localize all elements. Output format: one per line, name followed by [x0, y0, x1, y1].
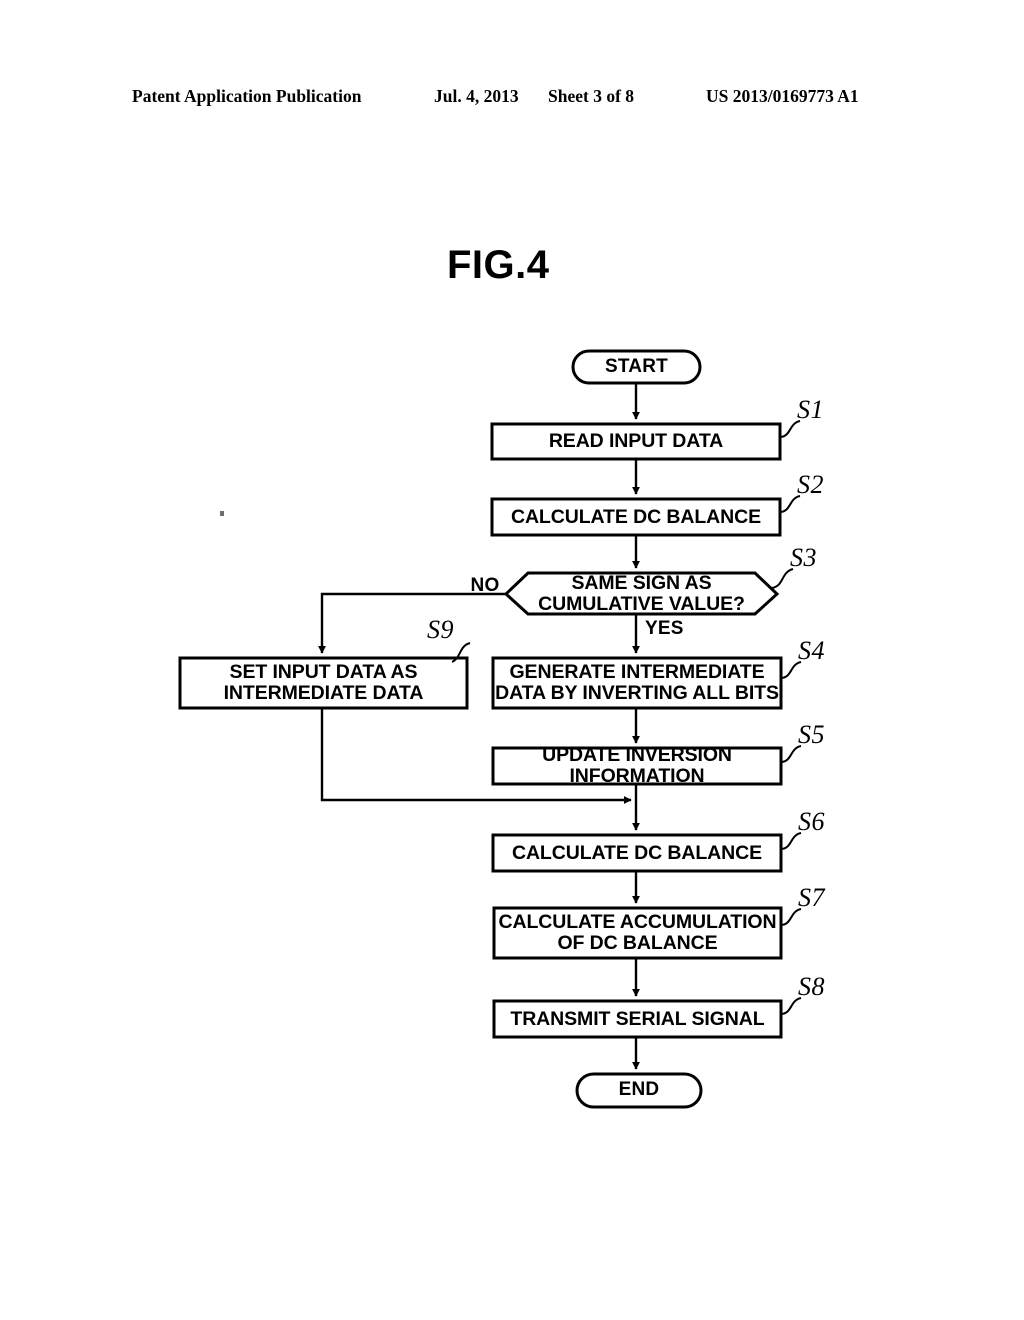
start-terminal-label: START: [605, 355, 668, 377]
step-tag-s9: S9: [427, 615, 454, 644]
step-s8-label: TRANSMIT SERIAL SIGNAL: [510, 1007, 765, 1030]
step-s5-label: UPDATE INVERSION INFORMATION: [542, 744, 732, 787]
step-s3-label: SAME SIGN AS CUMULATIVE VALUE?: [538, 571, 745, 615]
step-s6-label: CALCULATE DC BALANCE: [511, 841, 763, 864]
step-s2-label: CALCULATE DC BALANCE: [510, 505, 762, 528]
step-tag-s5: S5: [798, 720, 825, 749]
step-tag-s4: S4: [798, 636, 825, 665]
branch-label-yes: YES: [645, 617, 684, 639]
step-s4-label: GENERATE INTERMEDIATE DATA BY INVERTING …: [495, 661, 779, 704]
step-s9-label: SET INPUT DATA AS INTERMEDIATE DATA: [223, 661, 424, 704]
step-s1-label: READ INPUT DATA: [548, 430, 724, 453]
step-tag-s3: S3: [790, 543, 817, 572]
step-s7-label: CALCULATE ACCUMULATION OF DC BALANCE: [498, 911, 777, 954]
end-terminal-label: END: [618, 1079, 660, 1101]
connector-s3-no-to-s9: [318, 592, 506, 654]
branch-label-no: NO: [470, 574, 500, 596]
step-tag-s1: S1: [797, 395, 824, 424]
step-tag-s8: S8: [798, 972, 825, 1001]
patent-drawing-page: Patent Application Publication Jul. 4, 2…: [0, 0, 1024, 1320]
step-tag-s2: S2: [797, 470, 824, 499]
step-tag-s6: S6: [798, 807, 825, 836]
step-tag-s7: S7: [798, 883, 825, 912]
